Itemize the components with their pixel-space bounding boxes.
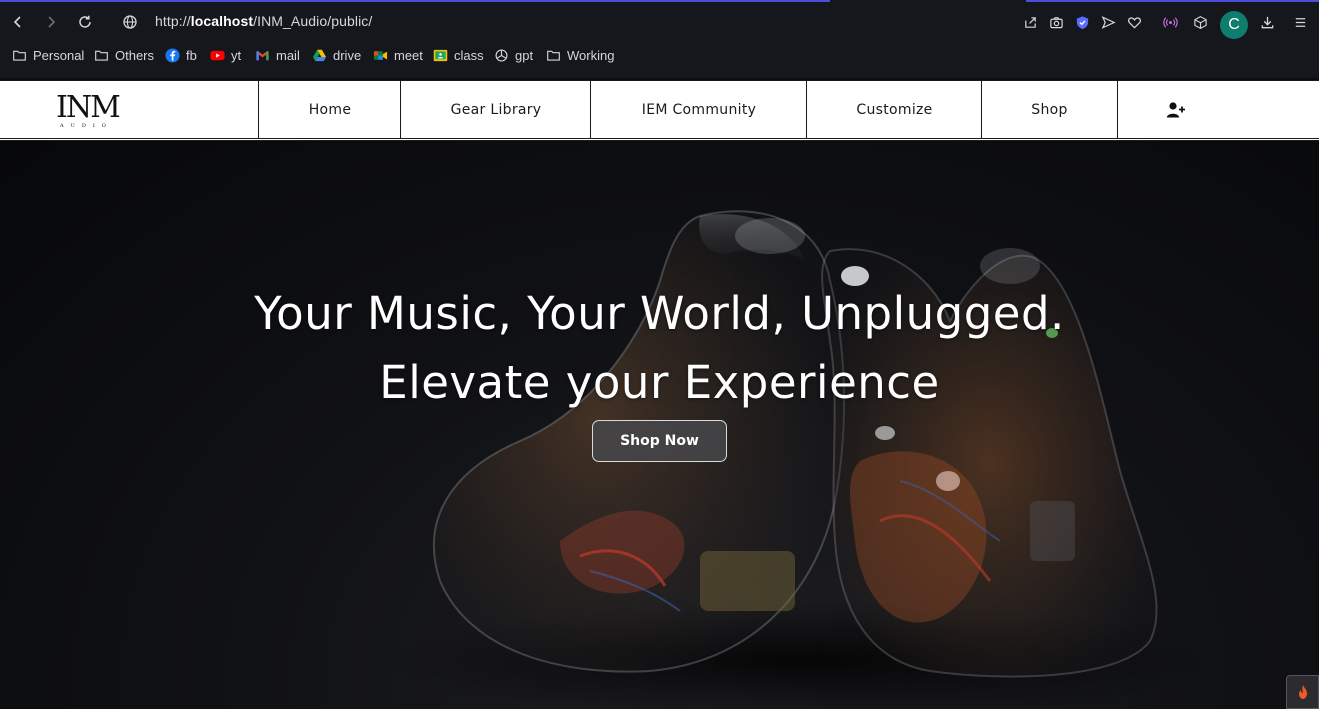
bookmark-label: Working — [567, 47, 615, 63]
hero-section: Your Music, Your World, Unplugged. Eleva… — [0, 141, 1319, 709]
profile-avatar[interactable]: C — [1220, 11, 1248, 39]
nav-label: Home — [308, 102, 352, 118]
browser-toolbar: http://localhost/INM_Audio/public/ C — [0, 4, 1319, 40]
bookmark-mail[interactable]: mail — [255, 44, 300, 66]
url-path: /INM_Audio/public/ — [253, 13, 373, 29]
share-icon[interactable] — [1021, 13, 1039, 31]
shield-icon[interactable] — [1073, 13, 1091, 31]
bookmark-label: gpt — [515, 47, 534, 63]
bookmark-label: drive — [333, 47, 362, 63]
bookmark-label: meet — [394, 47, 423, 63]
folder-icon — [94, 48, 109, 63]
bookmark-label: Others — [115, 47, 155, 63]
nav-shop[interactable]: Shop — [981, 81, 1118, 139]
hero-subheadline: Elevate your Experience — [379, 356, 940, 409]
nav-label: Customize — [856, 102, 933, 118]
broadcast-icon[interactable] — [1161, 13, 1179, 31]
bookmark-drive[interactable]: drive — [312, 44, 361, 66]
chevron-left-icon — [13, 16, 21, 28]
menu-icon[interactable] — [1291, 13, 1309, 31]
shop-now-button[interactable]: Shop Now — [592, 420, 727, 462]
url-scheme: http:// — [155, 13, 191, 29]
nav-label: Gear Library — [450, 102, 542, 118]
browser-chrome: http://localhost/INM_Audio/public/ C Per… — [0, 0, 1319, 78]
reload-icon — [79, 15, 91, 28]
reload-button[interactable] — [75, 12, 95, 32]
bookmark-label: mail — [276, 47, 300, 63]
nav-label: Shop — [1031, 102, 1068, 118]
fire-icon — [1298, 685, 1307, 699]
bookmark-fb[interactable]: fb — [165, 44, 197, 66]
bookmark-label: Personal — [33, 47, 85, 63]
globe-icon — [123, 15, 137, 29]
user-plus-icon[interactable] — [1166, 101, 1186, 119]
active-tab-indicator — [0, 0, 830, 2]
logo-wordmark: INM — [56, 90, 121, 125]
devtools-fire-button[interactable] — [1286, 675, 1319, 709]
classroom-icon — [433, 48, 448, 63]
gmail-icon — [255, 48, 270, 63]
back-button[interactable] — [8, 12, 28, 32]
drive-icon — [312, 48, 327, 63]
bookmark-class[interactable]: class — [433, 44, 484, 66]
folder-icon — [12, 48, 27, 63]
nav-customize[interactable]: Customize — [806, 81, 982, 139]
bookmark-gpt[interactable]: gpt — [494, 44, 533, 66]
youtube-icon — [210, 48, 225, 63]
extensions-cube-icon[interactable] — [1191, 13, 1209, 31]
site-header: INM AUDIO Home Gear Library IEM Communit… — [0, 80, 1319, 141]
address-bar[interactable]: http://localhost/INM_Audio/public/ — [155, 13, 372, 29]
logo-subtitle: AUDIO — [60, 123, 113, 129]
nav-iem-community[interactable]: IEM Community — [590, 81, 807, 139]
heart-icon[interactable] — [1125, 13, 1143, 31]
bookmark-label: class — [454, 47, 484, 63]
hero-headline: Your Music, Your World, Unplugged. — [254, 287, 1065, 340]
facebook-icon — [165, 47, 180, 63]
openai-icon — [494, 48, 509, 63]
forward-button[interactable] — [41, 12, 61, 32]
chevron-right-icon — [48, 16, 56, 28]
bookmark-label: yt — [231, 47, 242, 63]
bookmark-personal[interactable]: Personal — [12, 44, 84, 66]
bookmark-working[interactable]: Working — [546, 44, 614, 66]
bookmark-meet[interactable]: meet — [373, 44, 423, 66]
send-icon[interactable] — [1099, 13, 1117, 31]
bookmarks-bar: Personal Others fb yt mail drive meet cl… — [0, 44, 1319, 66]
bookmark-others[interactable]: Others — [94, 44, 154, 66]
folder-icon — [546, 48, 561, 63]
nav-home[interactable]: Home — [258, 81, 401, 139]
bookmark-yt[interactable]: yt — [210, 44, 241, 66]
bookmark-label: fb — [186, 47, 197, 63]
camera-icon[interactable] — [1047, 13, 1065, 31]
url-host: localhost — [190, 13, 254, 29]
download-icon[interactable] — [1258, 13, 1276, 31]
site-info-button[interactable] — [120, 12, 140, 32]
meet-icon — [373, 48, 388, 63]
nav-label: IEM Community — [641, 102, 757, 118]
tab-indicator — [1026, 0, 1319, 2]
site-logo[interactable]: INM AUDIO — [56, 90, 122, 130]
nav-gear-library[interactable]: Gear Library — [400, 81, 591, 139]
